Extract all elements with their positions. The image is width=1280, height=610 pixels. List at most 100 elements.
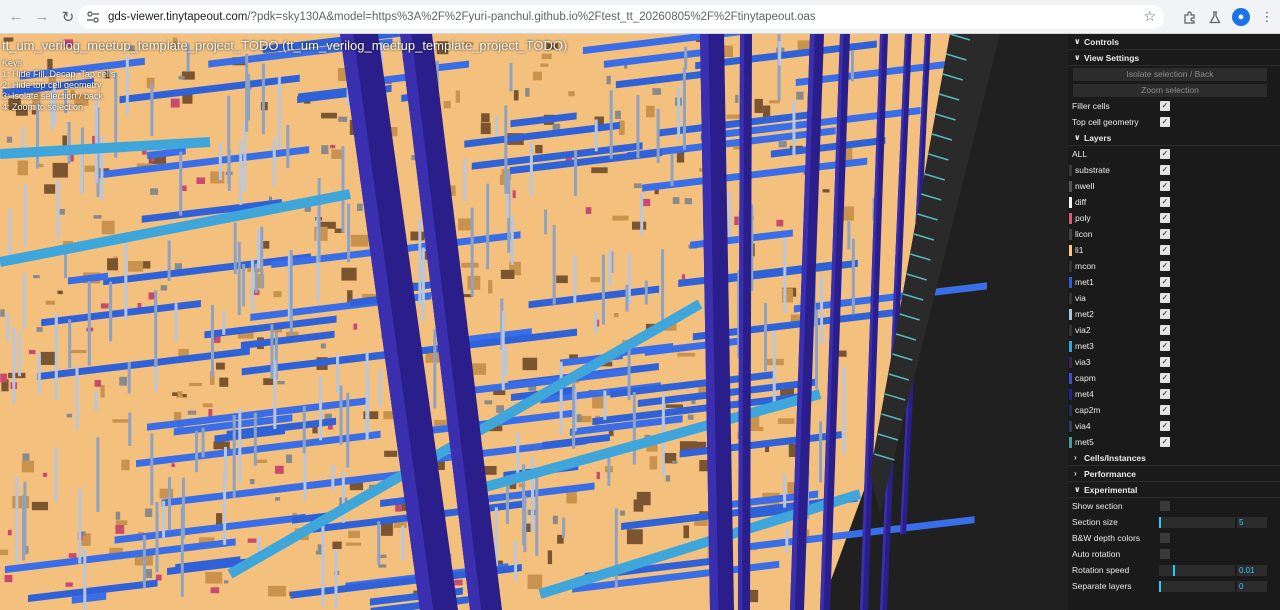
layer-color-swatch: [1069, 229, 1072, 240]
profile-icon[interactable]: ●: [1228, 4, 1254, 30]
layer-row-met1: met1 ✓: [1068, 274, 1280, 290]
zoom-selection-button[interactable]: Zoom selection: [1073, 83, 1267, 97]
more-menu-icon[interactable]: ⋮: [1254, 4, 1280, 30]
cells-instances-folder[interactable]: › Cells/Instances: [1068, 450, 1280, 466]
layer-label: via4: [1075, 421, 1091, 431]
layer-color-swatch: [1069, 277, 1072, 288]
chevron-down-icon: ∨: [1074, 485, 1081, 494]
address-bar[interactable]: gds-viewer.tinytapeout.com/?pdk=sky130A&…: [78, 5, 1164, 29]
control-panel: ∨ Controls ∨ View Settings Isolate selecti…: [1068, 34, 1280, 610]
layer-row-met4: met4 ✓: [1068, 386, 1280, 402]
layer-label: nwell: [1075, 181, 1095, 191]
controls-folder[interactable]: ∨ Controls: [1068, 34, 1280, 50]
url-host: gds-viewer.tinytapeout.com: [108, 11, 248, 23]
top-cell-geometry-row: Top cell geometry ✓: [1068, 114, 1280, 130]
layer-checkbox[interactable]: ✓: [1160, 309, 1170, 319]
labs-icon[interactable]: [1202, 4, 1228, 30]
rotation-speed-input[interactable]: 0.01: [1237, 565, 1267, 576]
top-cell-title: tt_um_verilog_meetup_template_project_TO…: [2, 38, 568, 53]
layers-folder[interactable]: ∨ Layers: [1068, 130, 1280, 146]
layer-color-swatch: [1069, 405, 1072, 416]
show-section-label: Show section: [1072, 501, 1123, 511]
bookmark-star-icon[interactable]: ☆: [1143, 8, 1156, 25]
rotation-speed-slider[interactable]: [1159, 565, 1235, 576]
back-icon[interactable]: ←: [4, 5, 28, 29]
site-info-icon[interactable]: [82, 6, 104, 28]
browser-toolbar: ← → ↻ gds-viewer.tinytapeout.com/?pdk=sk…: [0, 0, 1280, 34]
layer-checkbox[interactable]: ✓: [1160, 165, 1170, 175]
top-cell-geometry-checkbox[interactable]: ✓: [1160, 117, 1170, 127]
bw-depth-checkbox[interactable]: [1160, 533, 1170, 543]
layer-row-met2: met2 ✓: [1068, 306, 1280, 322]
layer-color-swatch: [1069, 421, 1072, 432]
view-settings-folder[interactable]: ∨ View Settings: [1068, 50, 1280, 66]
layer-checkbox[interactable]: ✓: [1160, 389, 1170, 399]
isolate-selection-button[interactable]: Isolate selection / Back: [1073, 67, 1267, 81]
layer-checkbox[interactable]: ✓: [1160, 277, 1170, 287]
layer-checkbox[interactable]: ✓: [1160, 421, 1170, 431]
layer-label: met4: [1075, 389, 1094, 399]
auto-rotation-row: Auto rotation: [1068, 546, 1280, 562]
chevron-down-icon: ∨: [1074, 37, 1081, 46]
layer-color-swatch: [1069, 437, 1072, 448]
layer-color-swatch: [1069, 341, 1072, 352]
layer-checkbox[interactable]: ✓: [1160, 213, 1170, 223]
separate-layers-slider[interactable]: [1159, 581, 1235, 592]
keys-line: 4: Zoom to selection: [2, 102, 84, 112]
auto-rotation-checkbox[interactable]: [1160, 549, 1170, 559]
keys-line: 1: Hide Fill, Decap, Tap cells: [2, 69, 116, 79]
performance-label: Performance: [1084, 468, 1136, 479]
layer-checkbox[interactable]: ✓: [1160, 261, 1170, 271]
performance-folder[interactable]: › Performance: [1068, 466, 1280, 482]
section-size-input[interactable]: 5: [1237, 517, 1267, 528]
layer-list: substrate ✓ nwell ✓ diff ✓ poly ✓ licon ✓ li1 ✓ mcon…: [1068, 162, 1280, 450]
layer-row-via2: via2 ✓: [1068, 322, 1280, 338]
layer-color-swatch: [1069, 213, 1072, 224]
layer-label: met3: [1075, 341, 1094, 351]
show-section-row: Show section: [1068, 498, 1280, 514]
layers-label: Layers: [1084, 132, 1112, 143]
layer-row-cap2m: cap2m ✓: [1068, 402, 1280, 418]
layer-color-swatch: [1069, 261, 1072, 272]
show-section-checkbox[interactable]: [1160, 501, 1170, 511]
auto-rotation-label: Auto rotation: [1072, 549, 1121, 559]
layer-color-swatch: [1069, 325, 1072, 336]
filler-cells-label: Filler cells: [1072, 101, 1110, 111]
layer-checkbox[interactable]: ✓: [1160, 405, 1170, 415]
layer-row-met5: met5 ✓: [1068, 434, 1280, 450]
layer-row-capm: capm ✓: [1068, 370, 1280, 386]
layer-label: via2: [1075, 325, 1091, 335]
layer-checkbox[interactable]: ✓: [1160, 293, 1170, 303]
chevron-down-icon: ∨: [1074, 53, 1081, 62]
layer-label: poly: [1075, 213, 1091, 223]
layer-checkbox[interactable]: ✓: [1160, 245, 1170, 255]
experimental-folder[interactable]: ∨ Experimental: [1068, 482, 1280, 498]
layer-checkbox[interactable]: ✓: [1160, 325, 1170, 335]
keys-line: 3: Isolate selection / back: [2, 91, 104, 101]
layer-checkbox[interactable]: ✓: [1160, 229, 1170, 239]
forward-icon[interactable]: →: [30, 5, 54, 29]
layer-all-checkbox[interactable]: ✓: [1160, 149, 1170, 159]
section-size-label: Section size: [1072, 517, 1118, 527]
layout-render[interactable]: [0, 34, 1068, 610]
layer-row-substrate: substrate ✓: [1068, 162, 1280, 178]
layer-checkbox[interactable]: ✓: [1160, 357, 1170, 367]
gds-3d-viewport[interactable]: tt_um_verilog_meetup_template_project_TO…: [0, 34, 1068, 610]
experimental-label: Experimental: [1084, 484, 1138, 495]
layer-checkbox[interactable]: ✓: [1160, 373, 1170, 383]
layer-checkbox[interactable]: ✓: [1160, 197, 1170, 207]
section-size-slider[interactable]: [1159, 517, 1235, 528]
reload-icon[interactable]: ↻: [56, 5, 80, 29]
layer-all-row: ALL ✓: [1068, 146, 1280, 162]
layer-checkbox[interactable]: ✓: [1160, 437, 1170, 447]
layer-checkbox[interactable]: ✓: [1160, 181, 1170, 191]
separate-layers-input[interactable]: 0: [1237, 581, 1267, 592]
layer-label: cap2m: [1075, 405, 1101, 415]
filler-cells-checkbox[interactable]: ✓: [1160, 101, 1170, 111]
layer-label: met2: [1075, 309, 1094, 319]
layer-row-nwell: nwell ✓: [1068, 178, 1280, 194]
layer-checkbox[interactable]: ✓: [1160, 341, 1170, 351]
controls-folder-label: Controls: [1084, 36, 1119, 47]
extensions-icon[interactable]: [1176, 4, 1202, 30]
layer-color-swatch: [1069, 197, 1072, 208]
